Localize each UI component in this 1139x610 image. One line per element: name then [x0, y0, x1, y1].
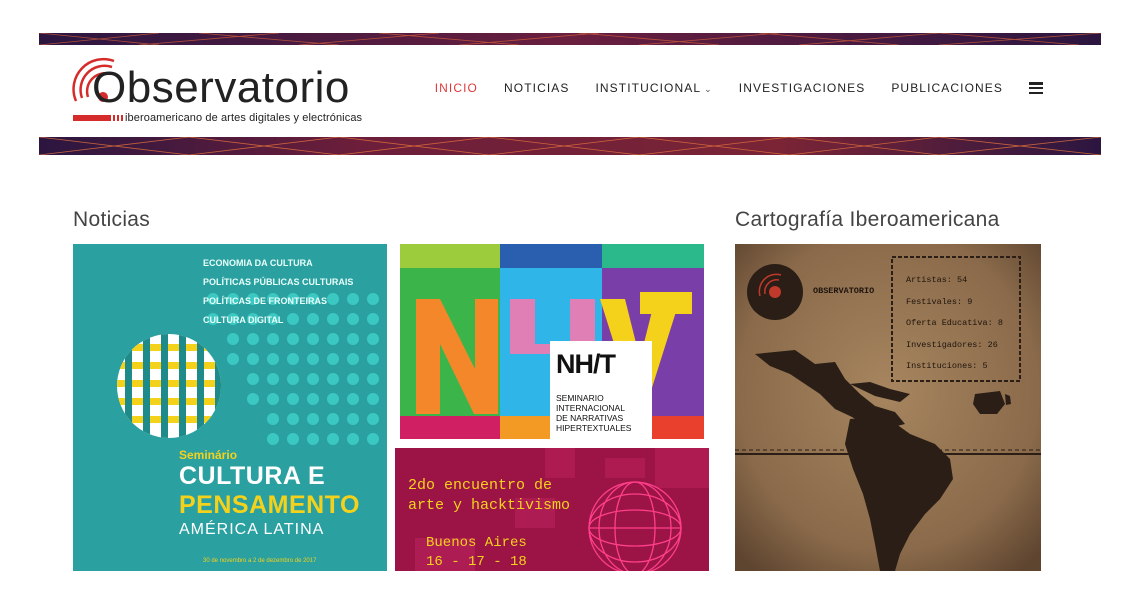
- seminario-topics: ECONOMIA DA CULTURA POLÍTICAS PÚBLICAS C…: [203, 254, 353, 330]
- seminario-dates: 30 de novembro a 2 de dezembro de 2017: [203, 558, 317, 564]
- main-nav: INICIO NOTICIAS INSTITUCIONAL ⌄ INVESTIGA…: [409, 81, 1043, 95]
- nav-item-institucional-label: INSTITUCIONAL: [595, 81, 702, 95]
- cartografia-brand: OBSERVATORIO: [813, 286, 875, 296]
- seminario-topic: ECONOMIA DA CULTURA: [203, 258, 313, 268]
- cartografia-stats: Artistas: 54 Festivales: 9 Oferta Educat…: [906, 270, 1003, 378]
- header-pattern-top: [39, 33, 1101, 45]
- hacktivismo-line2: arte y hacktivismo: [408, 497, 571, 514]
- nav-item-inicio[interactable]: INICIO: [435, 81, 478, 95]
- nhnt-caption-line: INTERNACIONAL: [556, 403, 625, 413]
- stat-investigadores: Investigadores: 26: [906, 339, 998, 350]
- nav-item-publicaciones[interactable]: PUBLICACIONES: [891, 81, 1003, 95]
- nav-item-investigaciones[interactable]: INVESTIGACIONES: [739, 81, 866, 95]
- noticias-heading: Noticias: [73, 208, 151, 231]
- stat-instituciones: Instituciones: 5: [906, 361, 988, 371]
- logo-subtitle: iberoamericano de artes digitales y elec…: [125, 112, 363, 124]
- hacktivismo-dates: 16 - 17 - 18: [426, 554, 527, 570]
- seminario-topic: CULTURA DIGITAL: [203, 315, 284, 325]
- header-pattern-bottom: [39, 137, 1101, 155]
- news-card-hacktivismo[interactable]: 2do encuentro de arte y hacktivismo Buen…: [395, 448, 709, 571]
- nav-item-institucional[interactable]: INSTITUCIONAL ⌄: [595, 81, 712, 95]
- nhnt-caption-line: HIPERTEXTUALES: [556, 423, 632, 433]
- seminario-topic: POLÍTICAS PÚBLICAS CULTURAIS: [203, 277, 354, 287]
- stat-artistas: Artistas: 54: [906, 275, 968, 285]
- seminario-title-line2: PENSAMENTO: [179, 491, 360, 519]
- chevron-down-icon: ⌄: [704, 84, 713, 94]
- nav-item-noticias[interactable]: NOTICIAS: [504, 81, 569, 95]
- hacktivismo-line1: 2do encuentro de: [408, 477, 553, 494]
- nhnt-caption-line: SEMINARIO: [556, 393, 604, 403]
- seminario-label: Seminário: [179, 448, 238, 462]
- news-card-nhnt[interactable]: NH/T SEMINARIO INTERNACIONAL DE NARRATIV…: [400, 244, 704, 439]
- site-logo[interactable]: Observatorio iberoamericano de artes dig…: [72, 53, 382, 129]
- nhnt-caption-line: DE NARRATIVAS: [556, 413, 624, 423]
- site-header: Observatorio iberoamericano de artes dig…: [39, 45, 1101, 137]
- seminario-topic: POLÍTICAS DE FRONTEIRAS: [203, 296, 328, 306]
- hacktivismo-title: 2do encuentro de arte y hacktivismo: [408, 476, 570, 516]
- logo-wordmark: Observatorio: [92, 63, 350, 112]
- hacktivismo-city: Buenos Aires: [426, 535, 527, 551]
- hamburger-icon[interactable]: [1029, 82, 1043, 94]
- news-card-seminario[interactable]: ECONOMIA DA CULTURA POLÍTICAS PÚBLICAS C…: [73, 244, 387, 571]
- nhnt-caption: SEMINARIO INTERNACIONAL DE NARRATIVAS HI…: [556, 393, 631, 433]
- cartografia-card[interactable]: OBSERVATORIO Artistas: 54 Festivales: 9 …: [735, 244, 1041, 571]
- seminario-title-line3: AMÉRICA LATINA: [179, 521, 325, 538]
- stat-festivales: Festivales: 9: [906, 296, 973, 307]
- nhnt-caption-box: NH/T SEMINARIO INTERNACIONAL DE NARRATIV…: [550, 341, 652, 439]
- cartografia-heading: Cartografía Iberoamericana: [735, 208, 1000, 231]
- hacktivismo-details: Buenos Aires 16 - 17 - 18: [426, 534, 527, 571]
- stat-oferta-educativa: Oferta Educativa: 8: [906, 318, 1003, 328]
- seminario-title-line1: CULTURA E: [179, 462, 326, 490]
- nhnt-logo: NH/T: [556, 349, 616, 379]
